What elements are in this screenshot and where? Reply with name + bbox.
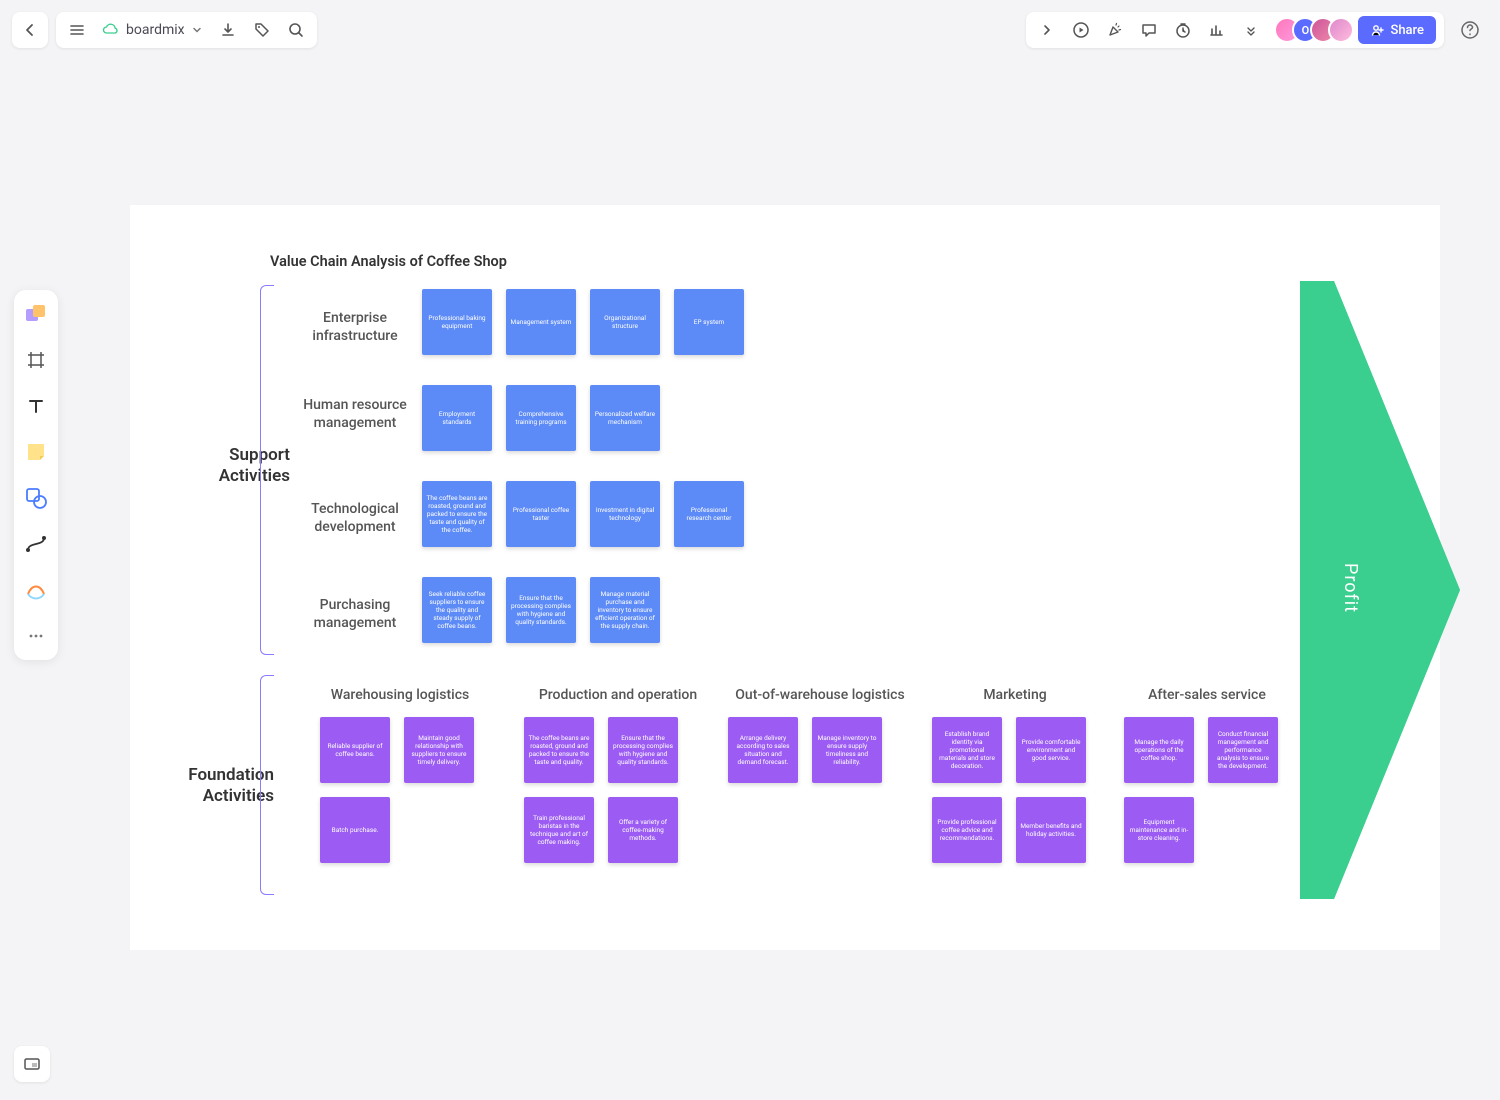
top-right-toolbar: O Share <box>1026 12 1488 48</box>
support-row-label: Purchasing management <box>290 597 420 632</box>
support-row-label: Human resource management <box>290 397 420 432</box>
support-card[interactable]: Personalized welfare mechanism <box>590 385 660 451</box>
foundation-card[interactable]: Establish brand identity via promotional… <box>932 717 1002 783</box>
chevron-down-icon <box>191 24 203 36</box>
frame-tool[interactable] <box>22 346 50 374</box>
foundation-col-label: Out-of-warehouse logistics <box>710 687 930 703</box>
support-card[interactable]: Employment standards <box>422 385 492 451</box>
foundation-card[interactable]: Offer a variety of coffee-making methods… <box>608 797 678 863</box>
help-button[interactable] <box>1452 12 1488 48</box>
foundation-card[interactable]: Member benefits and holiday activities. <box>1016 797 1086 863</box>
foundation-card[interactable]: Reliable supplier of coffee beans. <box>320 717 390 783</box>
profit-label: Profit <box>1340 563 1361 613</box>
support-bracket-shape <box>260 285 274 655</box>
foundation-card[interactable]: Provide comfortable environment and good… <box>1016 717 1086 783</box>
foundation-card[interactable]: Manage inventory to ensure supply timeli… <box>812 717 882 783</box>
foundation-card[interactable]: The coffee beans are roasted, ground and… <box>524 717 594 783</box>
support-card[interactable]: EP system <box>674 289 744 355</box>
foundation-col-label: Marketing <box>930 687 1100 703</box>
document-toolbar-group: boardmix <box>56 12 317 48</box>
foundation-section-label: Foundation Activities <box>154 765 274 808</box>
support-row-label: Enterprise infrastructure <box>290 310 420 345</box>
download-button[interactable] <box>211 15 245 45</box>
support-row-label: Technological development <box>290 501 420 536</box>
diagram-title: Value Chain Analysis of Coffee Shop <box>270 253 507 270</box>
foundation-card[interactable]: Equipment maintenance and in-store clean… <box>1124 797 1194 863</box>
foundation-card[interactable]: Batch purchase. <box>320 797 390 863</box>
support-card[interactable]: Ensure that the processing complies with… <box>506 577 576 643</box>
sticky-note-tool[interactable] <box>22 438 50 466</box>
foundation-card[interactable]: Train professional baristas in the techn… <box>524 797 594 863</box>
top-left-toolbar: boardmix <box>12 12 317 48</box>
cloud-sync-icon <box>102 21 120 39</box>
play-present-button[interactable] <box>1064 15 1098 45</box>
connector-tool[interactable] <box>22 530 50 558</box>
menu-button[interactable] <box>60 15 94 45</box>
avatar[interactable] <box>1328 17 1354 43</box>
support-card[interactable]: Professional research center <box>674 481 744 547</box>
collaborator-avatars[interactable]: O <box>1268 17 1354 43</box>
share-label: Share <box>1390 23 1424 38</box>
foundation-card[interactable]: Ensure that the processing complies with… <box>608 717 678 783</box>
timer-button[interactable] <box>1166 15 1200 45</box>
support-card[interactable]: Management system <box>506 289 576 355</box>
document-name: boardmix <box>126 22 185 38</box>
share-button[interactable]: Share <box>1358 16 1436 44</box>
text-tool[interactable] <box>22 392 50 420</box>
pen-tool[interactable] <box>22 576 50 604</box>
foundation-card[interactable]: Arrange delivery according to sales situ… <box>728 717 798 783</box>
foundation-col-label: Warehousing logistics <box>320 687 480 703</box>
support-card[interactable]: Professional baking equipment <box>422 289 492 355</box>
more-tools-dropdown[interactable] <box>1234 15 1268 45</box>
actions-toolbar-group: O Share <box>1026 12 1444 48</box>
more-tools-button[interactable] <box>22 622 50 650</box>
chart-button[interactable] <box>1200 15 1234 45</box>
tag-button[interactable] <box>245 15 279 45</box>
support-card[interactable]: Manage material purchase and inventory t… <box>590 577 660 643</box>
person-plus-icon <box>1370 23 1384 37</box>
back-button[interactable] <box>12 12 48 48</box>
foundation-card[interactable]: Manage the daily operations of the coffe… <box>1124 717 1194 783</box>
foundation-bracket-shape <box>260 675 274 895</box>
search-button[interactable] <box>279 15 313 45</box>
avatar-initial: O <box>1302 24 1310 37</box>
support-card[interactable]: Seek reliable coffee suppliers to ensure… <box>422 577 492 643</box>
support-card[interactable]: Investment in digital technology <box>590 481 660 547</box>
navigator-button[interactable] <box>14 1046 50 1082</box>
foundation-card[interactable]: Provide professional coffee advice and r… <box>932 797 1002 863</box>
support-card[interactable]: Comprehensive training programs <box>506 385 576 451</box>
profit-arrow-shape <box>1300 281 1460 899</box>
shape-tool[interactable] <box>22 484 50 512</box>
canvas-frame[interactable]: Value Chain Analysis of Coffee Shop Supp… <box>130 205 1440 950</box>
support-card[interactable]: Organizational structure <box>590 289 660 355</box>
foundation-card[interactable]: Maintain good relationship with supplier… <box>404 717 474 783</box>
foundation-col-label: Production and operation <box>518 687 718 703</box>
comment-button[interactable] <box>1132 15 1166 45</box>
left-tool-palette <box>14 290 58 660</box>
support-card[interactable]: Professional coffee taster <box>506 481 576 547</box>
support-card[interactable]: The coffee beans are roasted, ground and… <box>422 481 492 547</box>
document-name-dropdown[interactable]: boardmix <box>94 21 211 39</box>
expand-button[interactable] <box>1030 15 1064 45</box>
templates-tool[interactable] <box>22 300 50 328</box>
foundation-col-label: After-sales service <box>1122 687 1292 703</box>
confetti-button[interactable] <box>1098 15 1132 45</box>
foundation-card[interactable]: Conduct financial management and perform… <box>1208 717 1278 783</box>
